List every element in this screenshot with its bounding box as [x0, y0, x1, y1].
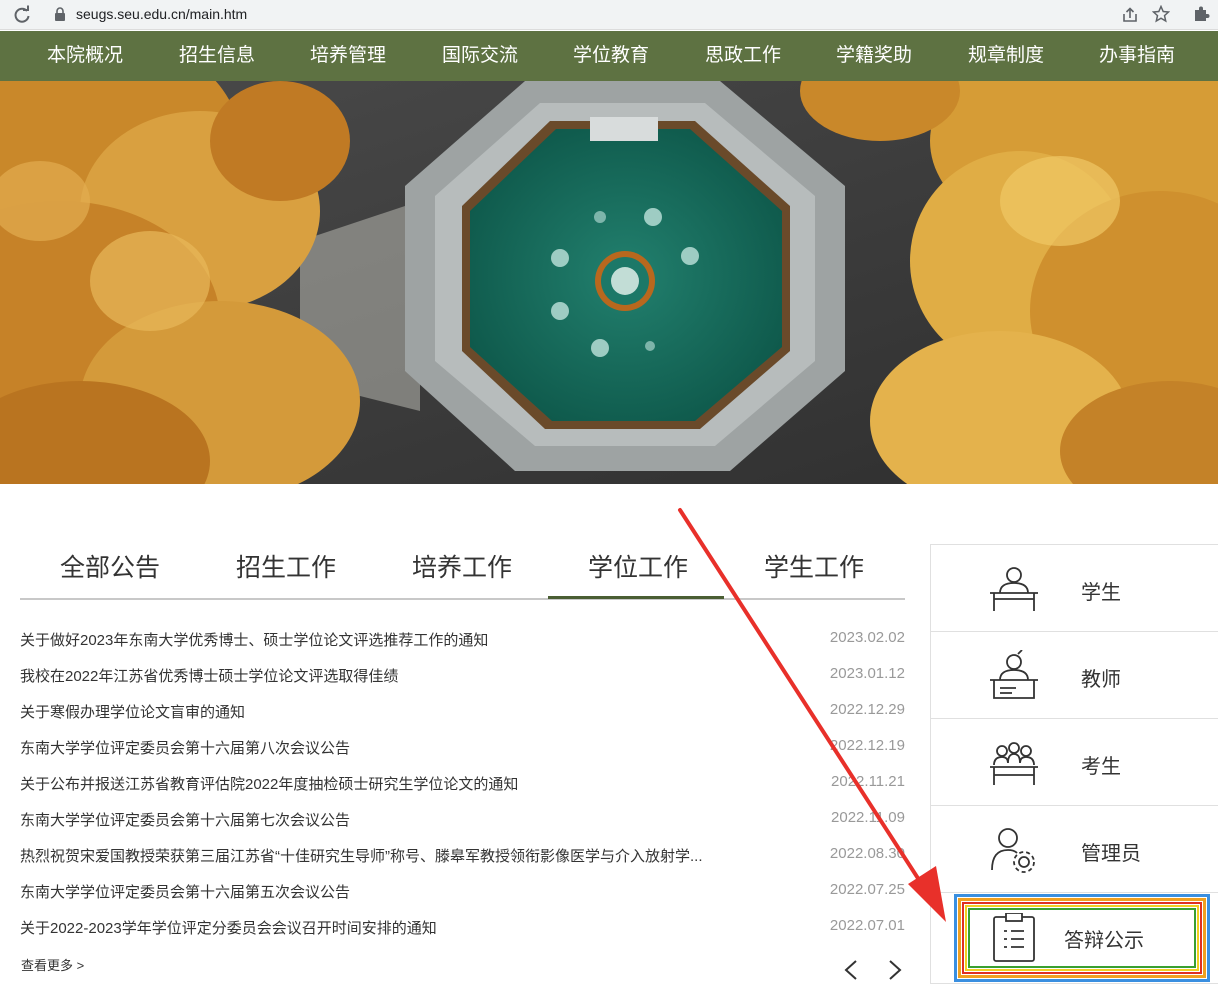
- share-icon[interactable]: [1121, 6, 1139, 24]
- list-item[interactable]: 我校在2022年江苏省优秀博士硕士学位论文评选取得佳绩 2023.01.12: [20, 660, 905, 688]
- portal-item-examinee[interactable]: 考生: [931, 719, 1218, 806]
- notice-date: 2022.08.30: [829, 845, 905, 862]
- list-item[interactable]: 东南大学学位评定委员会第十六届第七次会议公告 2022.11.09: [20, 804, 905, 832]
- admin-gear-icon: [991, 828, 1035, 873]
- nav-item-ideology[interactable]: 思政工作: [705, 31, 781, 81]
- portal-item-teacher[interactable]: 教师: [931, 632, 1218, 719]
- portal-item-admin[interactable]: 管理员: [931, 806, 1218, 893]
- url-text[interactable]: seugs.seu.edu.cn/main.htm: [76, 6, 247, 22]
- notice-date: 2022.12.29: [829, 701, 905, 718]
- nav-item-regulations[interactable]: 规章制度: [968, 31, 1044, 81]
- bookmark-star-icon[interactable]: [1152, 5, 1170, 23]
- main-navigation: 本院概况 招生信息 培养管理 国际交流 学位教育 思政工作 学籍奖助 规章制度 …: [0, 31, 1218, 81]
- student-desk-icon: [990, 567, 1038, 611]
- notice-date: 2022.07.01: [829, 917, 905, 934]
- next-page-icon[interactable]: [882, 958, 906, 982]
- list-item[interactable]: 关于公布并报送江苏省教育评估院2022年度抽检硕士研究生学位论文的通知 2022…: [20, 768, 905, 796]
- list-item[interactable]: 热烈祝贺宋爱国教授荣获第三届江苏省“十佳研究生导师”称号、滕皋军教授领衔影像医学…: [20, 840, 905, 868]
- notice-title[interactable]: 东南大学学位评定委员会第十六届第五次会议公告: [20, 881, 350, 902]
- tab-training-work[interactable]: 培养工作: [412, 548, 512, 584]
- notice-date: 2022.12.19: [829, 737, 905, 754]
- clipboard-icon: [993, 913, 1035, 962]
- list-item[interactable]: 东南大学学位评定委员会第十六届第五次会议公告 2022.07.25: [20, 876, 905, 904]
- list-item[interactable]: 关于做好2023年东南大学优秀博士、硕士学位论文评选推荐工作的通知 2023.0…: [20, 624, 905, 652]
- announcement-tabs: 全部公告 招生工作 培养工作 学位工作 学生工作: [20, 540, 905, 600]
- notice-date: 2023.01.12: [829, 665, 905, 682]
- list-item[interactable]: 东南大学学位评定委员会第十六届第八次会议公告 2022.12.19: [20, 732, 905, 760]
- nav-item-guide[interactable]: 办事指南: [1099, 31, 1175, 81]
- user-portal-panel: 学生 教师 考生 管理员 答辩公示: [930, 544, 1218, 984]
- portal-label: 教师: [1081, 669, 1121, 691]
- notice-title[interactable]: 关于做好2023年东南大学优秀博士、硕士学位论文评选推荐工作的通知: [20, 629, 488, 650]
- notice-date: 2022.11.21: [831, 773, 905, 790]
- previous-page-icon[interactable]: [840, 958, 864, 982]
- tab-student-work[interactable]: 学生工作: [764, 548, 864, 584]
- notice-date: 2023.02.02: [829, 629, 905, 646]
- reload-icon[interactable]: [12, 5, 32, 25]
- portal-label: 答辩公示: [1064, 930, 1144, 952]
- portal-label: 考生: [1081, 756, 1121, 778]
- notice-title[interactable]: 关于公布并报送江苏省教育评估院2022年度抽检硕士研究生学位论文的通知: [20, 773, 518, 794]
- portal-item-defense-announcement[interactable]: 答辩公示: [931, 893, 1218, 980]
- notice-title[interactable]: 东南大学学位评定委员会第十六届第八次会议公告: [20, 737, 350, 758]
- portal-item-student[interactable]: 学生: [931, 545, 1218, 632]
- portal-label: 学生: [1081, 582, 1121, 604]
- notice-date: 2022.11.09: [831, 809, 905, 826]
- notice-title[interactable]: 关于寒假办理学位论文盲审的通知: [20, 701, 245, 722]
- notice-date: 2022.07.25: [829, 881, 905, 898]
- tab-admissions-work[interactable]: 招生工作: [236, 548, 336, 584]
- nav-item-training[interactable]: 培养管理: [310, 31, 386, 81]
- notice-title[interactable]: 关于2022-2023学年学位评定分委员会会议召开时间安排的通知: [20, 917, 437, 938]
- nav-item-admissions[interactable]: 招生信息: [179, 31, 255, 81]
- tab-all-announcements[interactable]: 全部公告: [60, 548, 160, 584]
- nav-item-international[interactable]: 国际交流: [442, 31, 518, 81]
- list-item[interactable]: 关于2022-2023学年学位评定分委员会会议召开时间安排的通知 2022.07…: [20, 912, 905, 940]
- list-item[interactable]: 关于寒假办理学位论文盲审的通知 2022.12.29: [20, 696, 905, 724]
- teacher-desk-icon: [990, 650, 1038, 699]
- active-tab-indicator: [548, 596, 724, 599]
- examinees-icon: [990, 742, 1038, 785]
- lock-icon: [55, 7, 65, 21]
- tab-degree-work[interactable]: 学位工作: [588, 548, 688, 584]
- nav-item-overview[interactable]: 本院概况: [47, 31, 123, 81]
- notice-title[interactable]: 热烈祝贺宋爱国教授荣获第三届江苏省“十佳研究生导师”称号、滕皋军教授领衔影像医学…: [20, 845, 703, 866]
- portal-label: 管理员: [1081, 843, 1141, 865]
- extensions-puzzle-icon[interactable]: [1192, 5, 1210, 23]
- browser-toolbar: seugs.seu.edu.cn/main.htm: [0, 0, 1218, 30]
- notice-title[interactable]: 东南大学学位评定委员会第十六届第七次会议公告: [20, 809, 350, 830]
- campus-fountain-banner: [0, 81, 1218, 484]
- nav-item-degree[interactable]: 学位教育: [573, 31, 649, 81]
- nav-item-status-aid[interactable]: 学籍奖助: [836, 31, 912, 81]
- view-more-link[interactable]: 查看更多 >: [21, 955, 84, 974]
- notice-title[interactable]: 我校在2022年江苏省优秀博士硕士学位论文评选取得佳绩: [20, 665, 398, 686]
